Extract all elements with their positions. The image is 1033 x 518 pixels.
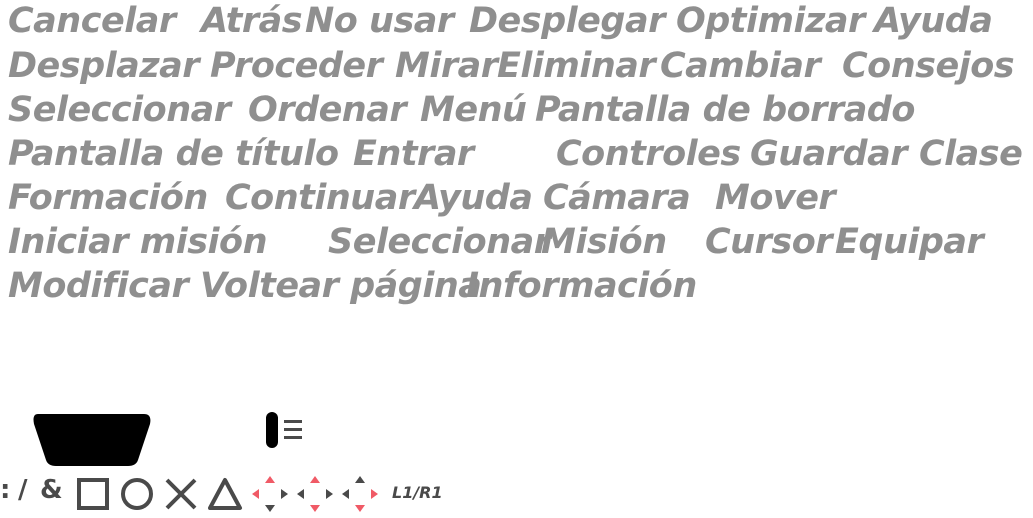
word-entrar: Entrar	[353, 134, 474, 174]
colon-glyph: :	[0, 475, 11, 505]
word-eliminar: Eliminar	[497, 46, 656, 86]
word-desplegar: Desplegar	[469, 1, 665, 41]
word-mover: Mover	[715, 178, 836, 218]
word-pantalla-de-borrado: Pantalla de borrado	[535, 90, 915, 130]
word-ayuda-2: Ayuda	[414, 178, 533, 218]
word-no-usar: No usar	[305, 1, 454, 41]
word-modificar: Modificar	[8, 266, 189, 306]
word-clase: Clase	[919, 134, 1023, 174]
button-bar-icon	[33, 414, 151, 466]
word-camara: Cámara	[543, 178, 691, 218]
slash-glyph: /	[18, 475, 28, 505]
square-icon	[77, 478, 109, 510]
circle-icon	[121, 478, 153, 510]
word-atras: Atrás	[201, 1, 303, 41]
word-optimizar: Optimizar	[676, 1, 865, 41]
word-desplazar: Desplazar	[8, 46, 200, 86]
word-ordenar: Ordenar	[248, 90, 407, 130]
word-guardar: Guardar	[750, 134, 907, 174]
triangle-icon	[208, 478, 242, 510]
word-formacion: Formación	[8, 178, 208, 218]
ampersand-glyph: &	[40, 475, 63, 505]
word-mision: Misión	[541, 222, 667, 262]
menu-toggle-icon	[266, 412, 302, 448]
shoulder-buttons-label: L1/R1	[392, 483, 443, 502]
word-ayuda: Ayuda	[874, 1, 993, 41]
word-seleccionar-2: Seleccionar	[328, 222, 551, 262]
word-continuar: Continuar	[225, 178, 415, 218]
word-cursor: Cursor	[705, 222, 833, 262]
cross-icon	[165, 478, 197, 510]
word-proceder: Proceder	[210, 46, 383, 86]
dpad-up-down-icon	[297, 476, 333, 512]
word-controles: Controles	[556, 134, 741, 174]
dpad-down-icon	[342, 476, 378, 512]
word-cambiar: Cambiar	[660, 46, 821, 86]
word-iniciar-mision: Iniciar misión	[8, 222, 268, 262]
word-informacion: Información	[466, 266, 697, 306]
word-consejos: Consejos	[842, 46, 1015, 86]
word-mirar: Mirar	[395, 46, 498, 86]
word-seleccionar: Seleccionar	[8, 90, 231, 130]
word-cancelar: Cancelar	[8, 1, 176, 41]
word-voltear-pagina: Voltear página	[200, 266, 482, 306]
word-menu: Menú	[420, 90, 527, 130]
dpad-left-right-icon	[252, 476, 288, 512]
word-pantalla-de-titulo: Pantalla de título	[8, 134, 339, 174]
word-equipar: Equipar	[835, 222, 984, 262]
